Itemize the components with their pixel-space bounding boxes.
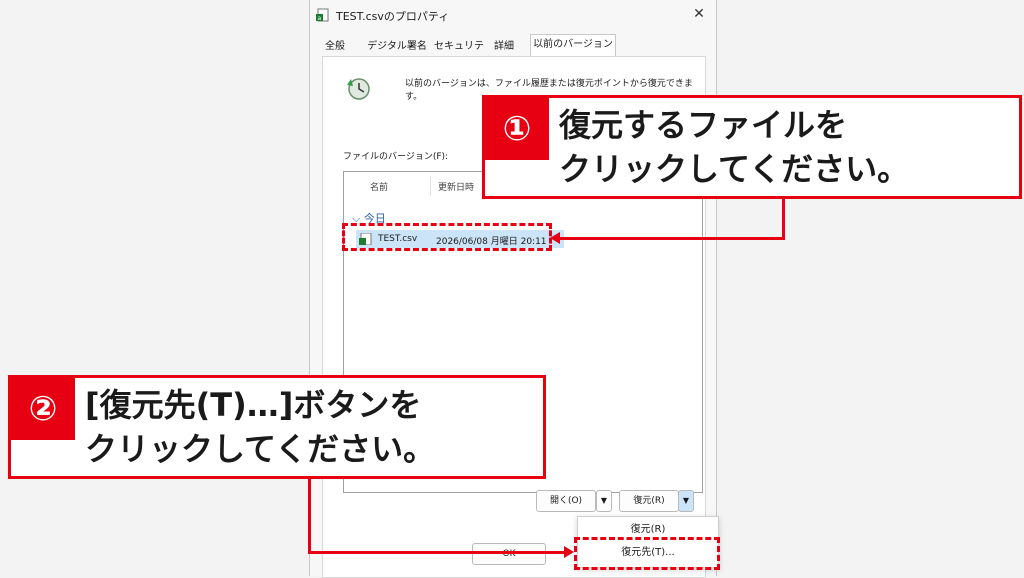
callout-1-line-2: クリックしてください。 <box>559 150 910 188</box>
step-badge-2: ② <box>11 378 75 440</box>
highlight-file-row <box>342 223 552 251</box>
title-bar: a TEST.csvのプロパティ ✕ <box>310 0 716 30</box>
tab-previous-versions[interactable]: 以前のバージョン <box>530 34 616 57</box>
connector-line <box>308 478 311 554</box>
column-header-modified[interactable]: 更新日時 <box>438 180 474 193</box>
file-versions-label: ファイルのバージョン(F): <box>343 152 449 162</box>
arrow-head <box>564 546 574 558</box>
history-clock-icon <box>347 78 370 100</box>
connector-line <box>560 237 785 240</box>
tab-details[interactable]: 詳細 <box>490 36 518 58</box>
column-separator <box>430 176 431 196</box>
arrow-head <box>550 232 560 244</box>
callout-2-line-1: [復元先(T)…]ボタンを <box>85 386 422 424</box>
properties-dialog: a TEST.csvのプロパティ ✕ 全般 デジタル署名 セキュリティ 詳細 以… <box>309 0 717 578</box>
step-badge-1: ① <box>485 98 549 160</box>
restore-button[interactable]: 復元(R) <box>619 490 679 512</box>
svg-text:a: a <box>318 15 322 22</box>
window-title: TEST.csvのプロパティ <box>336 10 450 23</box>
instruction-callout-2: ② [復元先(T)…]ボタンを クリックしてください。 <box>8 375 546 479</box>
tab-digital-signature[interactable]: デジタル署名 <box>366 36 428 58</box>
callout-1-line-1: 復元するファイルを <box>559 106 848 144</box>
tab-general[interactable]: 全般 <box>320 36 350 58</box>
instruction-callout-1: ① 復元するファイルを クリックしてください。 <box>482 95 1022 199</box>
close-icon[interactable]: ✕ <box>688 4 710 24</box>
open-dropdown-arrow[interactable]: ▼ <box>596 490 612 512</box>
restore-dropdown-arrow[interactable]: ▼ <box>678 490 694 512</box>
csv-file-icon: a <box>316 8 329 22</box>
tab-security[interactable]: セキュリティ <box>431 36 487 72</box>
ok-button[interactable]: OK <box>472 543 546 565</box>
highlight-restore-to <box>574 537 720 570</box>
connector-line <box>308 551 566 554</box>
connector-line <box>782 196 785 240</box>
column-header-name[interactable]: 名前 <box>370 180 388 193</box>
callout-2-line-2: クリックしてください。 <box>85 430 436 468</box>
open-button[interactable]: 開く(O) <box>536 490 596 512</box>
